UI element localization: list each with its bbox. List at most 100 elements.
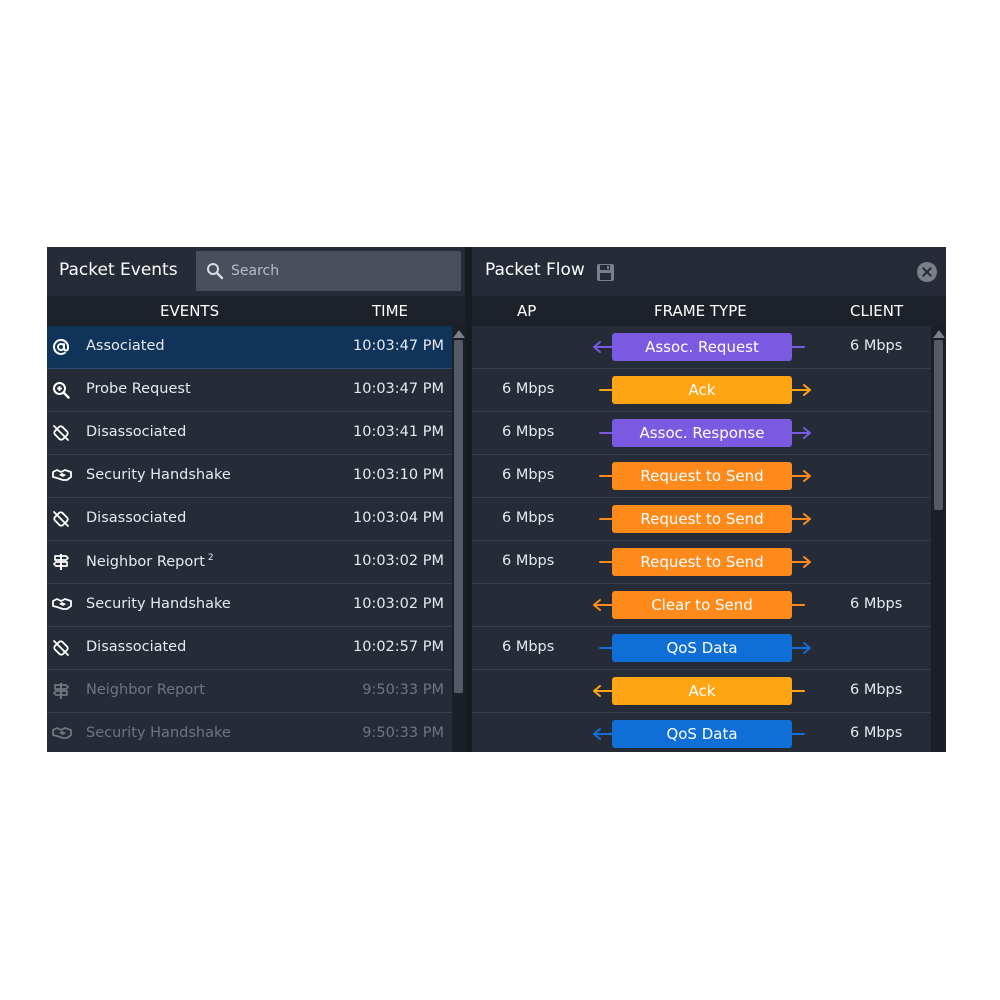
frame-type-badge[interactable]: Request to Send	[612, 462, 792, 490]
events-column-header: EVENTS TIME	[47, 296, 465, 326]
packet-events-title: Packet Events	[59, 260, 178, 280]
event-time: 10:03:47 PM	[353, 338, 444, 354]
event-name-text: Disassociated	[86, 510, 187, 526]
flow-scroll-thumb[interactable]	[934, 340, 943, 510]
event-time: 9:50:33 PM	[362, 725, 444, 741]
ap-rate: 6 Mbps	[502, 510, 555, 526]
event-time: 10:03:02 PM	[353, 553, 444, 569]
flow-row[interactable]: 6 Mbps QoS Data	[472, 627, 930, 670]
flow-column-header: AP FRAME TYPE CLIENT	[472, 296, 946, 326]
event-time: 10:03:41 PM	[353, 424, 444, 440]
flow-row[interactable]: 6 Mbps Assoc. Response	[472, 412, 930, 455]
event-name-text: Neighbor Report	[86, 682, 205, 698]
time-column-label[interactable]: TIME	[372, 302, 408, 320]
frame-type-badge[interactable]: Assoc. Response	[612, 419, 792, 447]
frame-type-badge[interactable]: Request to Send	[612, 505, 792, 533]
packet-events-panel: Packet Events EVENTS TIME Associated 10:0…	[47, 247, 465, 752]
event-name: Probe Request	[86, 381, 191, 397]
event-name-text: Security Handshake	[86, 467, 231, 483]
zoom-in-icon	[52, 381, 70, 399]
event-time: 10:02:57 PM	[353, 639, 444, 655]
event-row[interactable]: Security Handshake 9:50:33 PM	[47, 713, 452, 752]
packet-flow-panel: Packet Flow AP FRAME TYPE CLIENT Assoc. …	[472, 247, 946, 752]
event-name-text: Security Handshake	[86, 725, 231, 741]
packet-events-header: Packet Events	[47, 247, 465, 296]
search-icon	[207, 263, 224, 280]
events-scroll-thumb[interactable]	[454, 340, 463, 693]
broken-link-icon	[52, 424, 70, 442]
frame-type-badge[interactable]: Ack	[612, 677, 792, 705]
event-row[interactable]: Disassociated 10:03:41 PM	[47, 412, 452, 455]
ap-column-label[interactable]: AP	[517, 302, 536, 320]
events-column-label[interactable]: EVENTS	[160, 302, 219, 320]
flow-row[interactable]: 6 Mbps Request to Send	[472, 541, 930, 584]
signpost-icon	[52, 553, 70, 571]
flow-row[interactable]: Ack 6 Mbps	[472, 670, 930, 713]
client-rate: 6 Mbps	[850, 338, 903, 354]
flow-row[interactable]: 6 Mbps Request to Send	[472, 498, 930, 541]
event-row[interactable]: Neighbor Report 9:50:33 PM	[47, 670, 452, 713]
event-name: Disassociated	[86, 639, 186, 655]
event-row[interactable]: Associated 10:03:47 PM	[47, 326, 452, 369]
broken-link-icon	[52, 510, 70, 528]
scroll-up-arrow-icon[interactable]	[453, 330, 465, 338]
broken-link-icon	[52, 639, 70, 657]
save-icon[interactable]	[596, 263, 615, 282]
close-icon[interactable]	[917, 262, 937, 282]
frame-type-badge[interactable]: Request to Send	[612, 548, 792, 576]
event-row[interactable]: Disassociated 10:02:57 PM	[47, 627, 452, 670]
event-name-text: Associated	[86, 338, 165, 354]
client-rate: 6 Mbps	[850, 682, 903, 698]
signpost-icon	[52, 682, 70, 700]
event-name-text: Security Handshake	[86, 596, 231, 612]
event-name: Security Handshake	[86, 467, 231, 483]
frame-type-badge[interactable]: Assoc. Request	[612, 333, 792, 361]
event-row[interactable]: Security Handshake 10:03:10 PM	[47, 455, 452, 498]
event-name: Neighbor Report 2	[86, 553, 214, 570]
handshake-icon	[52, 596, 72, 614]
search-box[interactable]	[196, 251, 461, 291]
event-row[interactable]: Disassociated 10:03:04 PM	[47, 498, 452, 541]
frame-type-badge[interactable]: Ack	[612, 376, 792, 404]
client-rate: 6 Mbps	[850, 725, 903, 741]
frame-type-badge[interactable]: QoS Data	[612, 634, 792, 662]
ap-rate: 6 Mbps	[502, 467, 555, 483]
event-name: Associated	[86, 338, 165, 354]
flow-row[interactable]: 6 Mbps Request to Send	[472, 455, 930, 498]
ap-rate: 6 Mbps	[502, 639, 555, 655]
flow-scroll-up-arrow-icon[interactable]	[933, 330, 945, 338]
events-list: Associated 10:03:47 PM Probe Request 10:03:…	[47, 326, 452, 752]
event-name: Disassociated	[86, 424, 186, 440]
client-column-label[interactable]: CLIENT	[850, 302, 903, 320]
client-rate: 6 Mbps	[850, 596, 903, 612]
event-name: Security Handshake	[86, 596, 231, 612]
event-name: Security Handshake	[86, 725, 231, 741]
flow-row[interactable]: 6 Mbps Ack	[472, 369, 930, 412]
handshake-icon	[52, 467, 72, 485]
at-icon	[52, 338, 70, 356]
event-time: 10:03:04 PM	[353, 510, 444, 526]
ap-rate: 6 Mbps	[502, 424, 555, 440]
search-input[interactable]	[231, 251, 451, 291]
frame-type-column-label[interactable]: FRAME TYPE	[654, 302, 747, 320]
event-row[interactable]: Neighbor Report 2 10:03:02 PM	[47, 541, 452, 584]
event-name-text: Neighbor Report	[86, 554, 205, 570]
event-time: 10:03:10 PM	[353, 467, 444, 483]
event-count-superscript: 2	[207, 553, 214, 563]
packet-flow-title: Packet Flow	[485, 260, 585, 280]
flow-row[interactable]: QoS Data 6 Mbps	[472, 713, 930, 752]
event-time: 9:50:33 PM	[362, 682, 444, 698]
ap-rate: 6 Mbps	[502, 553, 555, 569]
frame-type-badge[interactable]: QoS Data	[612, 720, 792, 748]
event-row[interactable]: Probe Request 10:03:47 PM	[47, 369, 452, 412]
flow-list: Assoc. Request 6 Mbps 6 Mbps Ack 6 Mbps Assoc…	[472, 326, 930, 752]
event-name-text: Disassociated	[86, 639, 187, 655]
frame-type-badge[interactable]: Clear to Send	[612, 591, 792, 619]
ap-rate: 6 Mbps	[502, 381, 555, 397]
event-name: Neighbor Report	[86, 682, 205, 698]
flow-row[interactable]: Assoc. Request 6 Mbps	[472, 326, 930, 369]
events-scrollbar[interactable]	[452, 326, 465, 752]
event-row[interactable]: Security Handshake 10:03:02 PM	[47, 584, 452, 627]
flow-row[interactable]: Clear to Send 6 Mbps	[472, 584, 930, 627]
flow-scrollbar[interactable]	[931, 326, 946, 752]
